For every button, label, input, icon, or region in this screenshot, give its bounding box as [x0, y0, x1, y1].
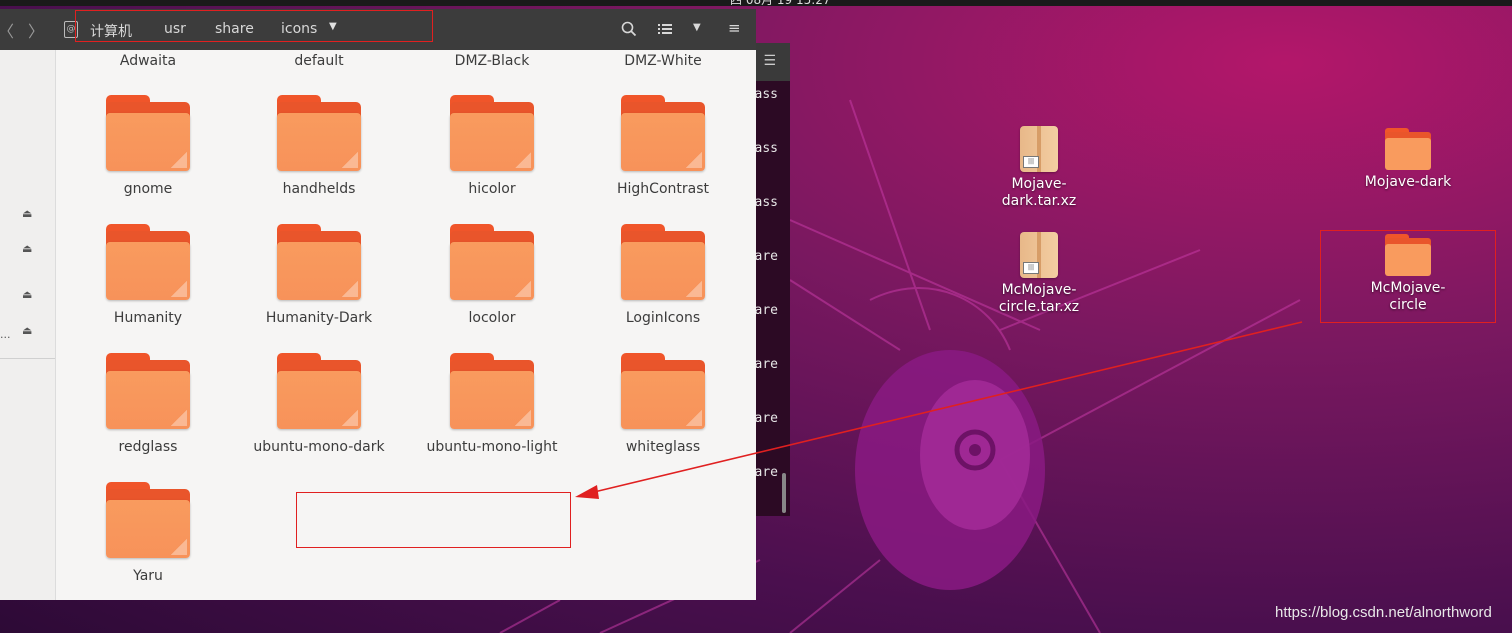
folder-item[interactable]: Adwaita: [62, 53, 234, 69]
folder-item[interactable]: HighContrast: [577, 95, 749, 197]
folder-label: ubuntu-mono-dark: [253, 439, 385, 455]
folder-label: HighContrast: [617, 181, 709, 197]
folder-label: LoginIcons: [625, 310, 701, 326]
folder-item[interactable]: Humanity-Dark: [233, 224, 405, 326]
folder-label: locolor: [468, 310, 516, 326]
folder-label: Yaru: [133, 568, 163, 584]
back-icon[interactable]: 〈: [0, 18, 14, 42]
annotation-box-drop-target: [296, 492, 571, 548]
archive-icon: |||: [1020, 126, 1058, 172]
folder-label: default: [294, 53, 344, 69]
folder-label: DMZ-Black: [454, 53, 530, 69]
annotation-box-source-folder: [1320, 230, 1496, 323]
folder-item[interactable]: whiteglass: [577, 353, 749, 455]
panel-clock[interactable]: 四 08月 19 15:27: [730, 0, 831, 8]
terminal-scrollbar[interactable]: [782, 473, 786, 513]
desktop-icon-label: dark.tar.xz: [1001, 193, 1077, 209]
folder-item[interactable]: Yaru: [62, 482, 234, 584]
folder-icon: [621, 353, 705, 429]
folder-item[interactable]: ubuntu-mono-light: [406, 353, 578, 455]
folder-icon: [1385, 128, 1431, 170]
eject-icon[interactable]: ⏏: [22, 207, 32, 220]
folder-icon: [277, 224, 361, 300]
top-panel: 四 08月 19 15:27: [0, 0, 1512, 8]
folder-icon: [277, 95, 361, 171]
folder-label: handhelds: [282, 181, 356, 197]
desktop-icon-label: Mojave-dark: [1364, 174, 1452, 190]
annotation-box-breadcrumb: [75, 10, 433, 42]
eject-icon[interactable]: ⏏: [22, 288, 32, 301]
terminal-menu-icon[interactable]: ☰: [763, 53, 776, 69]
folder-item[interactable]: ubuntu-mono-dark: [233, 353, 405, 455]
folder-icon: [450, 353, 534, 429]
desktop-icon-label: McMojave-: [1001, 282, 1077, 298]
eject-icon[interactable]: ⏏: [22, 242, 32, 255]
folder-icon: [450, 95, 534, 171]
folder-icon: [621, 95, 705, 171]
desktop-icon-mojave-dark[interactable]: Mojave-dark: [1353, 128, 1463, 191]
folder-item[interactable]: locolor: [406, 224, 578, 326]
watermark: https://blog.csdn.net/alnorthword: [1275, 604, 1492, 621]
folder-item[interactable]: handhelds: [233, 95, 405, 197]
folder-icon: [277, 353, 361, 429]
desktop-icon-mojave-dark-archive[interactable]: ||| Mojave- dark.tar.xz: [984, 126, 1094, 210]
folder-item[interactable]: DMZ-White: [577, 53, 749, 69]
desktop-icon-label: circle.tar.xz: [998, 299, 1080, 315]
folder-item[interactable]: LoginIcons: [577, 224, 749, 326]
sidebar-truncated-label[interactable]: ...: [0, 328, 11, 341]
folder-item[interactable]: DMZ-Black: [406, 53, 578, 69]
folder-label: Humanity-Dark: [265, 310, 373, 326]
folder-item[interactable]: redglass: [62, 353, 234, 455]
folder-icon: [621, 224, 705, 300]
folder-label: DMZ-White: [624, 53, 702, 69]
desktop-icon-label: Mojave-: [1011, 176, 1067, 192]
folder-label: Adwaita: [119, 53, 177, 69]
folder-label: ubuntu-mono-light: [426, 439, 558, 455]
view-options-icon[interactable]: ▼: [693, 22, 701, 33]
desktop-icon-mcmojave-circle-archive[interactable]: ||| McMojave- circle.tar.xz: [984, 232, 1094, 316]
folder-item[interactable]: default: [233, 53, 405, 69]
folder-icon: [450, 224, 534, 300]
folder-item[interactable]: Humanity: [62, 224, 234, 326]
folder-icon: [106, 224, 190, 300]
folder-icon: [106, 482, 190, 558]
archive-icon: |||: [1020, 232, 1058, 278]
folder-icon: [106, 95, 190, 171]
eject-icon[interactable]: ⏏: [22, 324, 32, 337]
sidebar: ⏏ ⏏ ... ⏏ ⏏: [0, 50, 56, 600]
list-view-icon[interactable]: [658, 23, 672, 35]
folder-label: whiteglass: [625, 439, 701, 455]
sidebar-divider: [0, 358, 55, 359]
folder-label: redglass: [118, 439, 178, 455]
folder-item[interactable]: gnome: [62, 95, 234, 197]
forward-icon[interactable]: 〉: [28, 18, 44, 42]
menu-icon[interactable]: ≡: [728, 19, 741, 37]
folder-label: hicolor: [468, 181, 516, 197]
search-icon[interactable]: [621, 21, 637, 37]
folder-label: gnome: [123, 181, 173, 197]
folder-label: Humanity: [113, 310, 183, 326]
folder-item[interactable]: hicolor: [406, 95, 578, 197]
folder-icon: [106, 353, 190, 429]
